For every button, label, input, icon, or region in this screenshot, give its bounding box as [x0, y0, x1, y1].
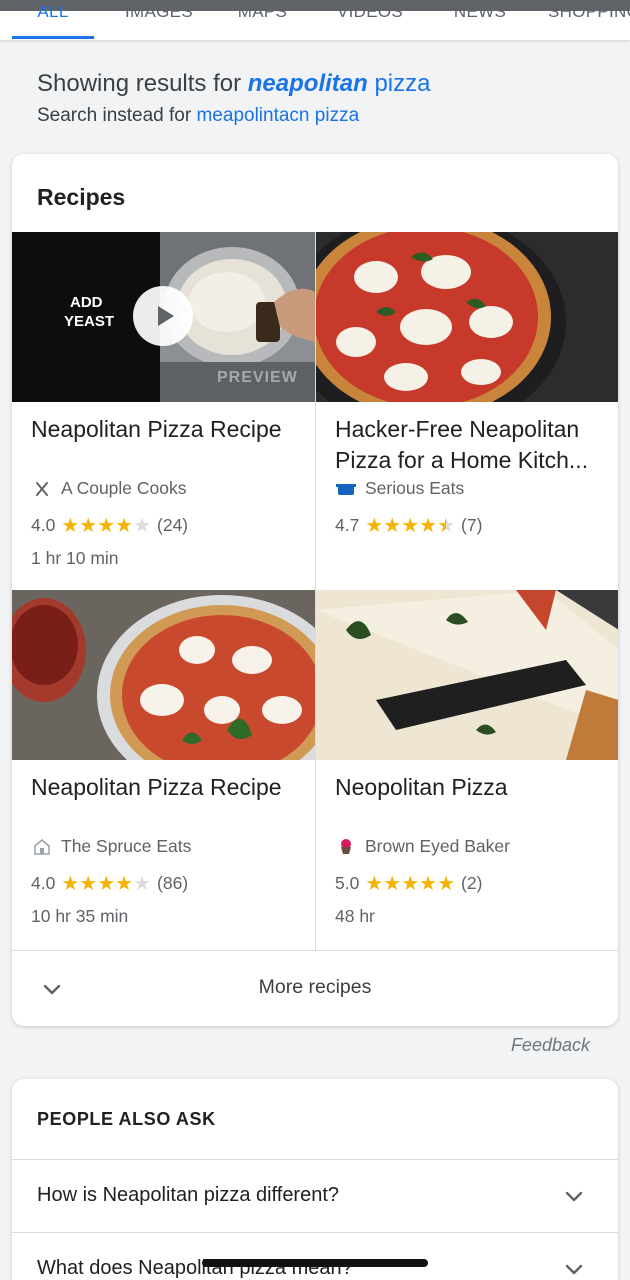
star-icon: ★	[79, 514, 98, 537]
review-count: (86)	[157, 873, 189, 893]
recipe-thumbnail-4	[316, 590, 618, 760]
star-icon: ★	[61, 514, 80, 537]
star-icon: ★	[133, 872, 152, 895]
recipe-card-2[interactable]: Hacker-Free Neapolitan Pizza for a Home …	[315, 232, 618, 592]
recipe-time: 10 hr 35 min	[31, 906, 129, 926]
rating-value: 4.7	[335, 515, 360, 535]
star-rating: ★ ★ ★ ★ ★	[365, 874, 455, 894]
star-icon: ★	[365, 514, 384, 537]
star-icon: ★	[365, 872, 384, 895]
search-instead-prefix: Search instead for	[37, 105, 192, 126]
recipe-source-name: A Couple Cooks	[61, 478, 187, 498]
recipe-title: Neopolitan Pizza	[335, 774, 508, 800]
star-icon: ★	[79, 872, 98, 895]
search-instead-line: Search instead for meapolintacn pizza	[37, 105, 359, 127]
review-count: (2)	[461, 873, 483, 893]
home-indicator[interactable]	[202, 1259, 428, 1267]
recipe-rating: 5.0 ★ ★ ★ ★ ★ (2)	[335, 873, 482, 894]
recipe-thumbnail-1: ADD YEAST PREVIEW	[12, 232, 315, 402]
star-icon: ★	[383, 872, 402, 895]
recipe-time: 1 hr 10 min	[31, 548, 119, 568]
recipe-title: Neapolitan Pizza Recipe	[31, 774, 282, 800]
star-icon: ★	[97, 872, 116, 895]
tab-shopping[interactable]: SHOPPING	[548, 0, 630, 40]
star-icon: ★	[437, 872, 456, 895]
overlay-text-yeast: YEAST	[64, 313, 115, 330]
star-icon: ★	[419, 872, 438, 895]
star-icon: ★	[437, 514, 456, 537]
recipes-heading: Recipes	[37, 184, 126, 210]
star-rating: ★ ★ ★ ★ ★	[365, 516, 455, 536]
x-icon	[31, 480, 53, 498]
recipes-card: Recipes ADD YEAST PREVIEW Neapolitan Piz…	[12, 154, 618, 1026]
pot-icon	[335, 480, 357, 498]
star-icon: ★	[97, 514, 116, 537]
review-count: (24)	[157, 515, 189, 535]
star-icon: ★	[401, 514, 420, 537]
star-rating: ★ ★ ★ ★ ★	[61, 516, 151, 536]
recipe-card-4[interactable]: Neopolitan Pizza Brown Eyed Baker 5.0 ★ ★…	[315, 590, 618, 950]
corrected-rest: pizza	[374, 70, 431, 97]
house-icon	[31, 838, 53, 856]
star-icon: ★	[419, 514, 438, 537]
recipe-thumbnail-3	[12, 590, 315, 760]
feedback-link[interactable]: Feedback	[511, 1035, 590, 1056]
paa-question-text: How is Neapolitan pizza different?	[37, 1184, 340, 1206]
people-also-ask-card: PEOPLE ALSO ASK How is Neapolitan pizza …	[12, 1079, 618, 1280]
star-icon: ★	[115, 514, 134, 537]
corrected-word: neapolitan	[247, 70, 368, 97]
chevron-down-icon	[562, 1257, 586, 1280]
recipe-source: The Spruce Eats	[31, 836, 191, 857]
tab-all[interactable]: ALL	[12, 0, 94, 40]
recipe-rating: 4.0 ★ ★ ★ ★ ★ (24)	[31, 515, 188, 536]
recipe-time: 48 hr	[335, 906, 375, 926]
chevron-down-icon	[562, 1184, 586, 1208]
recipe-rating: 4.0 ★ ★ ★ ★ ★ (86)	[31, 873, 188, 894]
corrected-query-link[interactable]: neapolitan pizza	[248, 70, 431, 97]
star-icon: ★	[383, 514, 402, 537]
overlay-text-add: ADD	[70, 294, 103, 311]
star-rating: ★ ★ ★ ★ ★	[61, 874, 151, 894]
paa-question-2[interactable]: What does Neapolitan pizza mean?	[12, 1232, 618, 1280]
more-recipes-label: More recipes	[258, 976, 372, 998]
recipe-source: Serious Eats	[335, 478, 464, 499]
rating-value: 4.0	[31, 515, 56, 535]
recipe-thumbnail-2	[316, 232, 618, 402]
original-query-link[interactable]: meapolintacn pizza	[196, 105, 359, 126]
showing-prefix: Showing results for	[37, 70, 242, 97]
recipe-card-1[interactable]: ADD YEAST PREVIEW Neapolitan Pizza Recip…	[12, 232, 315, 592]
recipe-source-name: Brown Eyed Baker	[365, 836, 510, 856]
recipe-source: A Couple Cooks	[31, 478, 187, 499]
star-icon: ★	[61, 872, 80, 895]
recipe-rating: 4.7 ★ ★ ★ ★ ★ (7)	[335, 515, 482, 536]
search-tabs-bar: ALL IMAGES MAPS VIDEOS NEWS SHOPPING	[0, 0, 630, 40]
play-icon[interactable]	[133, 286, 193, 346]
tab-videos[interactable]: VIDEOS	[325, 0, 415, 40]
more-recipes-button[interactable]: More recipes	[12, 950, 618, 1026]
preview-watermark: PREVIEW	[217, 369, 298, 386]
tab-maps[interactable]: MAPS	[225, 0, 300, 40]
star-icon: ★	[401, 872, 420, 895]
recipe-source-name: Serious Eats	[365, 478, 465, 498]
rating-value: 5.0	[335, 873, 360, 893]
recipe-source-name: The Spruce Eats	[61, 836, 192, 856]
people-also-ask-heading: PEOPLE ALSO ASK	[37, 1109, 216, 1129]
tab-images[interactable]: IMAGES	[110, 0, 208, 40]
star-icon: ★	[115, 872, 134, 895]
active-tab-indicator	[12, 36, 94, 39]
tab-news[interactable]: NEWS	[440, 0, 520, 40]
showing-results-line: Showing results for neapolitan pizza	[37, 70, 430, 98]
paa-question-1[interactable]: How is Neapolitan pizza different?	[12, 1159, 618, 1232]
review-count: (7)	[461, 515, 483, 535]
star-icon: ★	[133, 514, 152, 537]
cupcake-icon	[335, 838, 357, 856]
recipe-title: Hacker-Free Neapolitan Pizza for a Home …	[335, 416, 589, 473]
recipe-card-3[interactable]: Neapolitan Pizza Recipe The Spruce Eats …	[12, 590, 315, 950]
recipe-title: Neapolitan Pizza Recipe	[31, 416, 282, 442]
rating-value: 4.0	[31, 873, 56, 893]
recipe-source: Brown Eyed Baker	[335, 836, 510, 857]
status-strip	[0, 0, 630, 11]
